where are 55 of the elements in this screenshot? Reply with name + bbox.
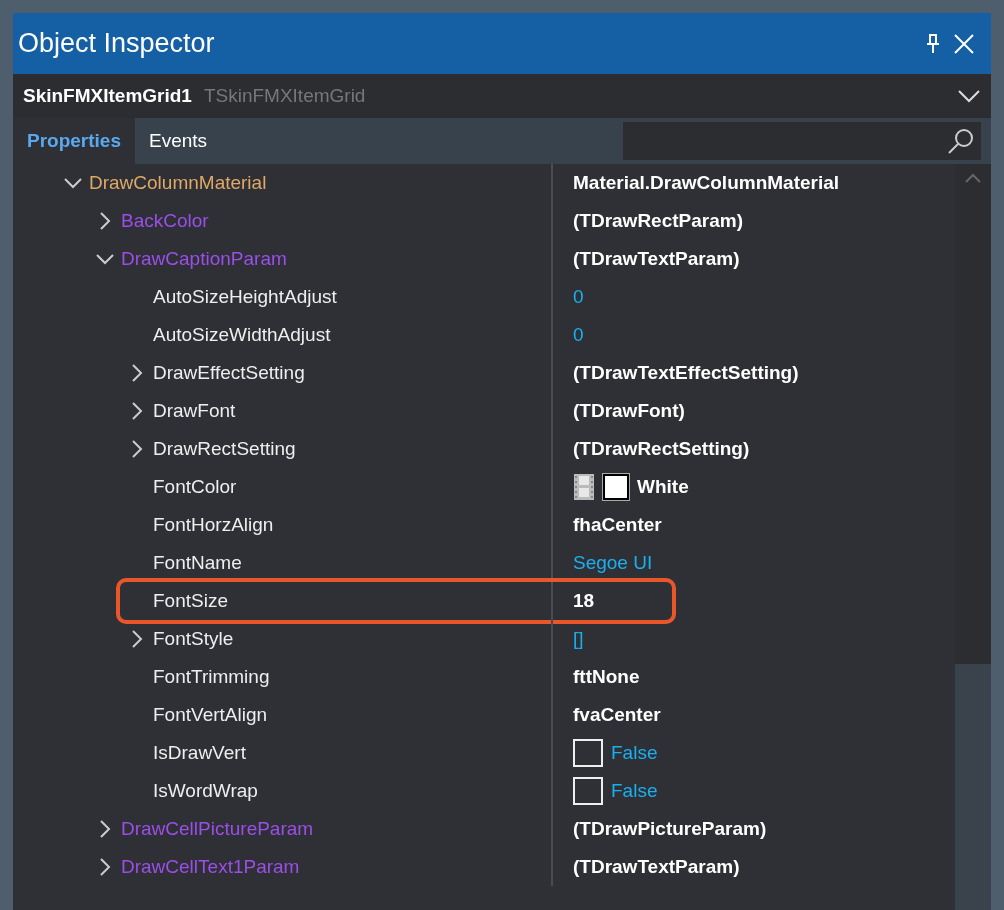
property-value: fhaCenter bbox=[573, 512, 662, 537]
scrollbar[interactable] bbox=[955, 164, 991, 910]
property-name: DrawCellPictureParam bbox=[121, 816, 314, 841]
property-name: FontName bbox=[153, 550, 242, 575]
chevron-down-icon bbox=[957, 89, 981, 103]
property-name: FontHorzAlign bbox=[153, 512, 274, 537]
property-name: FontColor bbox=[153, 474, 237, 499]
scroll-up-icon bbox=[964, 172, 982, 184]
checkbox[interactable] bbox=[573, 777, 603, 805]
property-name: DrawCellText1Param bbox=[121, 854, 300, 879]
property-value: Segoe UI bbox=[573, 550, 653, 575]
property-name: IsWordWrap bbox=[153, 778, 258, 803]
property-value: (TDrawRectParam) bbox=[573, 208, 743, 233]
property-value: False bbox=[611, 740, 658, 765]
property-value: 18 bbox=[573, 588, 595, 613]
close-icon bbox=[953, 32, 975, 55]
property-value: 0 bbox=[573, 322, 584, 347]
property-name: IsDrawVert bbox=[153, 740, 246, 765]
property-name: DrawColumnMaterial bbox=[89, 170, 267, 195]
property-value: White bbox=[637, 474, 689, 499]
property-value: 0 bbox=[573, 284, 584, 309]
property-name: DrawFont bbox=[153, 398, 236, 423]
component-name: SkinFMXItemGrid1 bbox=[23, 83, 192, 108]
property-name: FontSize bbox=[153, 588, 228, 613]
property-name: FontVertAlign bbox=[153, 702, 268, 727]
checkbox[interactable] bbox=[573, 739, 603, 767]
property-name: FontTrimming bbox=[153, 664, 270, 689]
property-name: AutoSizeWidthAdjust bbox=[153, 322, 331, 347]
property-name: DrawEffectSetting bbox=[153, 360, 305, 385]
component-type: TSkinFMXItemGrid bbox=[203, 83, 367, 108]
search-field[interactable] bbox=[623, 122, 981, 160]
property-value: (TDrawPictureParam) bbox=[573, 816, 767, 841]
property-name: DrawCaptionParam bbox=[121, 246, 287, 271]
search-icon bbox=[947, 127, 975, 155]
scrollbar-thumb[interactable] bbox=[955, 164, 991, 664]
property-value: fvaCenter bbox=[573, 702, 661, 727]
window-title: Object Inspector bbox=[18, 27, 216, 61]
component-selector[interactable]: SkinFMXItemGrid1 TSkinFMXItemGrid bbox=[13, 74, 991, 118]
pin-icon bbox=[925, 32, 941, 55]
property-value: fttNone bbox=[573, 664, 640, 689]
property-value: (TDrawTextEffectSetting) bbox=[573, 360, 799, 385]
property-name: AutoSizeHeightAdjust bbox=[153, 284, 337, 309]
property-value: (TDrawTextParam) bbox=[573, 246, 740, 271]
property-value: Material.DrawColumnMaterial bbox=[573, 170, 840, 195]
property-name: BackColor bbox=[121, 208, 209, 233]
property-value: (TDrawTextParam) bbox=[573, 854, 740, 879]
property-value: (TDrawRectSetting) bbox=[573, 436, 750, 461]
property-value: False bbox=[611, 778, 658, 803]
tab[interactable]: Properties bbox=[13, 118, 135, 164]
property-value: [] bbox=[573, 626, 584, 651]
tab[interactable]: Events bbox=[135, 118, 222, 164]
property-value: (TDrawFont) bbox=[573, 398, 685, 423]
film-strip-icon[interactable] bbox=[573, 473, 595, 501]
property-name: DrawRectSetting bbox=[153, 436, 296, 461]
property-name: FontStyle bbox=[153, 626, 234, 651]
